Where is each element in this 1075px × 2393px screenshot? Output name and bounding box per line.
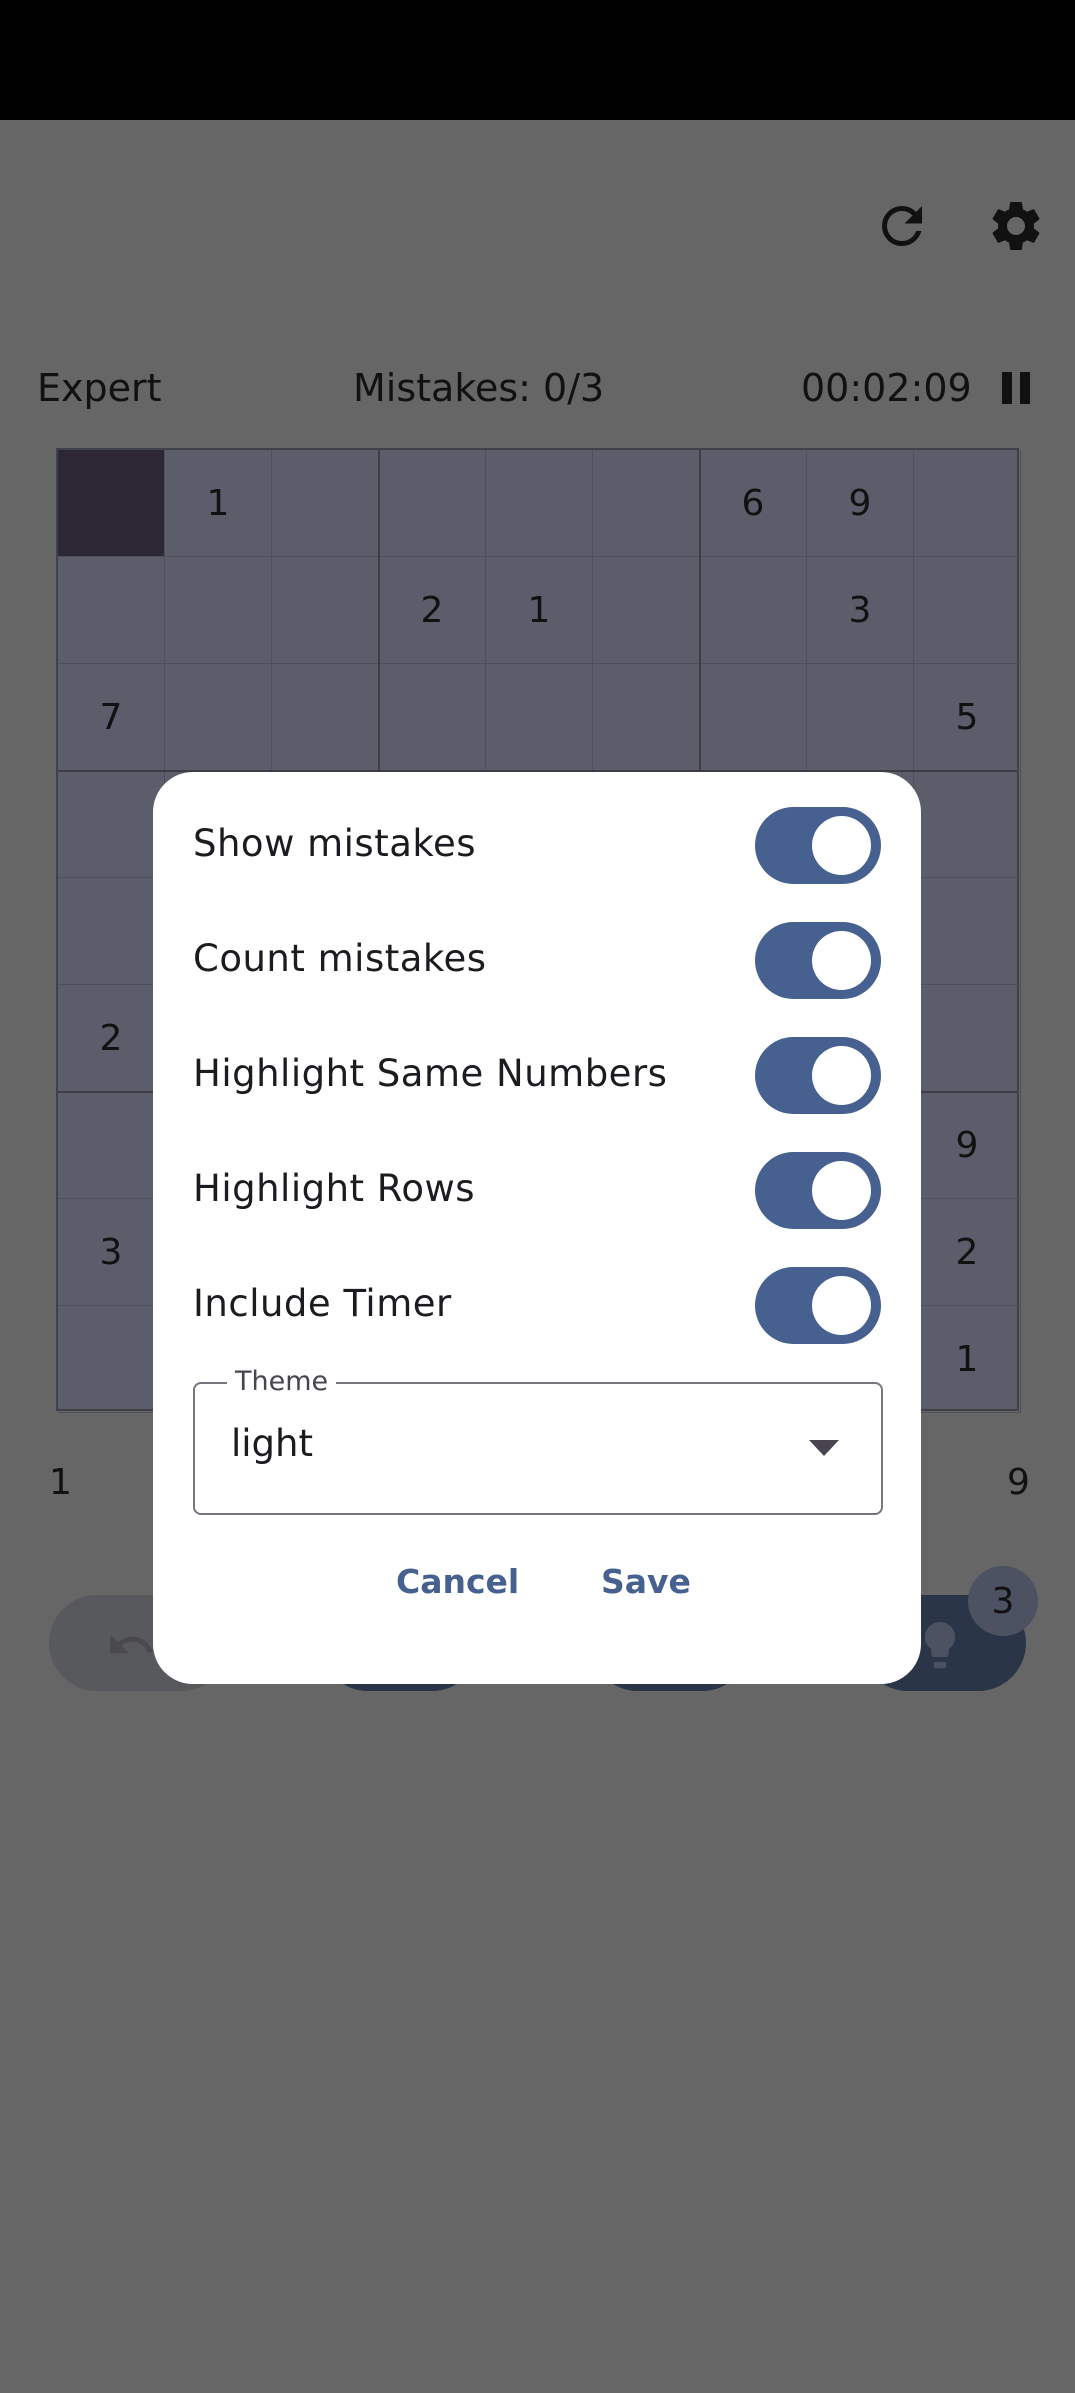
sudoku-cell[interactable] (700, 664, 807, 771)
sudoku-cell[interactable] (58, 1306, 165, 1413)
status-bar (0, 0, 1075, 120)
sudoku-cell[interactable] (379, 450, 486, 557)
sudoku-cell[interactable]: 1 (486, 557, 593, 664)
sudoku-cell[interactable] (700, 557, 807, 664)
sudoku-cell[interactable]: 3 (807, 557, 914, 664)
switch-knob (812, 931, 871, 990)
sudoku-cell[interactable]: 2 (379, 557, 486, 664)
include-timer-switch[interactable] (755, 1267, 881, 1344)
refresh-icon[interactable] (872, 196, 932, 256)
switch-knob (812, 816, 871, 875)
sudoku-cell[interactable] (914, 771, 1021, 878)
switch-knob (812, 1161, 871, 1220)
save-button[interactable]: Save (601, 1562, 691, 1601)
toggle-label: Show mistakes (193, 822, 477, 865)
numpad-digit-1[interactable]: 1 (49, 1462, 72, 1503)
toggle-row-highlight-rows[interactable]: Highlight Rows (193, 1149, 881, 1229)
sudoku-cell[interactable]: 5 (914, 664, 1021, 771)
sudoku-cell[interactable] (58, 557, 165, 664)
sudoku-cell[interactable] (914, 450, 1021, 557)
toggle-row-show-mistakes[interactable]: Show mistakes (193, 804, 881, 884)
highlight-same-numbers-switch[interactable] (755, 1037, 881, 1114)
sudoku-cell[interactable] (58, 1092, 165, 1199)
hint-count-badge: 3 (968, 1566, 1038, 1636)
theme-selected-value: light (231, 1422, 314, 1465)
switch-knob (812, 1046, 871, 1105)
sudoku-cell[interactable]: 2 (914, 1199, 1021, 1306)
undo-icon (106, 1620, 156, 1670)
sudoku-cell[interactable] (58, 878, 165, 985)
toggle-label: Highlight Rows (193, 1167, 476, 1210)
sudoku-cell[interactable] (914, 557, 1021, 664)
sudoku-cell[interactable] (272, 557, 379, 664)
sudoku-cell[interactable] (914, 878, 1021, 985)
sudoku-cell[interactable] (807, 664, 914, 771)
sudoku-cell[interactable] (593, 557, 700, 664)
sudoku-cell[interactable] (165, 664, 272, 771)
toggle-row-highlight-same-numbers[interactable]: Highlight Same Numbers (193, 1034, 881, 1114)
sudoku-cell[interactable]: 6 (700, 450, 807, 557)
sudoku-cell[interactable]: 3 (58, 1199, 165, 1306)
theme-field-label: Theme (227, 1366, 337, 1398)
sudoku-cell[interactable]: 9 (807, 450, 914, 557)
cancel-button[interactable]: Cancel (396, 1562, 519, 1601)
switch-knob (812, 1276, 871, 1335)
sudoku-cell[interactable] (272, 450, 379, 557)
sudoku-cell[interactable]: 7 (58, 664, 165, 771)
sudoku-cell[interactable]: 2 (58, 985, 165, 1092)
show-mistakes-switch[interactable] (755, 807, 881, 884)
difficulty-label: Expert (37, 366, 162, 410)
mistakes-counter: Mistakes: 0/3 (353, 366, 605, 410)
sudoku-cell[interactable] (486, 664, 593, 771)
sudoku-cell[interactable] (165, 557, 272, 664)
sudoku-cell[interactable]: 9 (914, 1092, 1021, 1199)
sudoku-cell[interactable] (58, 450, 165, 557)
count-mistakes-switch[interactable] (755, 922, 881, 999)
lightbulb-icon (920, 1621, 960, 1672)
pause-icon[interactable] (996, 368, 1036, 408)
toggle-row-include-timer[interactable]: Include Timer (193, 1264, 881, 1344)
settings-dialog: Show mistakes Count mistakes Highlight S… (153, 772, 921, 1684)
sudoku-cell[interactable] (272, 664, 379, 771)
toggle-label: Highlight Same Numbers (193, 1052, 668, 1095)
sudoku-cell[interactable] (58, 771, 165, 878)
sudoku-cell[interactable] (593, 450, 700, 557)
highlight-rows-switch[interactable] (755, 1152, 881, 1229)
sudoku-cell[interactable]: 1 (914, 1306, 1021, 1413)
sudoku-cell[interactable] (593, 664, 700, 771)
sudoku-cell[interactable] (914, 985, 1021, 1092)
toggle-label: Include Timer (193, 1282, 452, 1325)
dropdown-arrow-icon[interactable] (809, 1440, 839, 1458)
toggle-label: Count mistakes (193, 937, 487, 980)
theme-select[interactable]: Theme light (193, 1366, 883, 1515)
timer: 00:02:09 (801, 366, 972, 410)
sudoku-cell[interactable]: 1 (165, 450, 272, 557)
toggle-row-count-mistakes[interactable]: Count mistakes (193, 919, 881, 999)
sudoku-cell[interactable] (486, 450, 593, 557)
settings-icon[interactable] (986, 196, 1046, 256)
sudoku-cell[interactable] (379, 664, 486, 771)
numpad-digit-9[interactable]: 9 (1007, 1462, 1030, 1503)
